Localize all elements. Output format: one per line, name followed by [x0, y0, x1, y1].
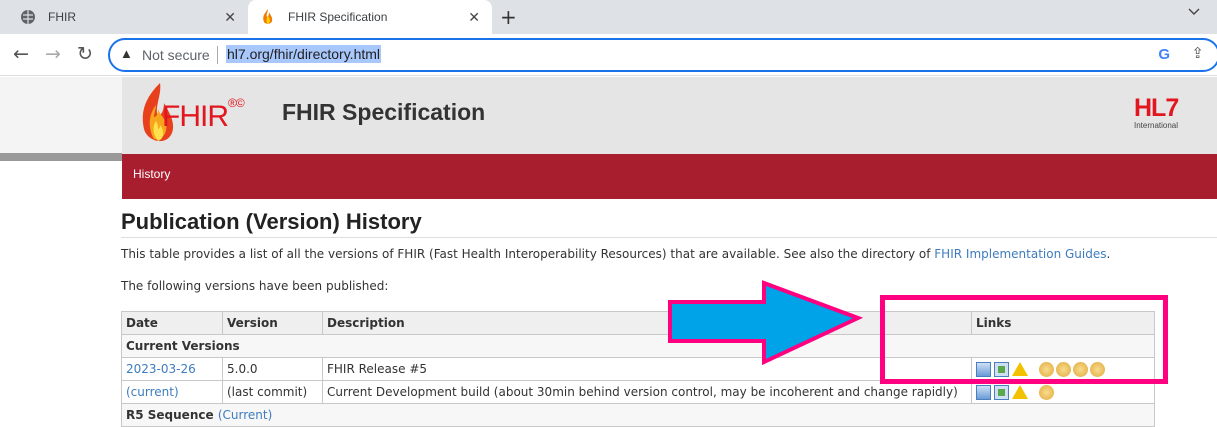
tab-fhir-specification[interactable]: FHIR Specification ✕: [248, 0, 492, 34]
close-tab-icon[interactable]: ✕: [468, 9, 480, 26]
google-icon[interactable]: G: [1158, 46, 1170, 63]
tab-bar: FHIR ✕ FHIR Specification ✕: [0, 0, 1217, 34]
version-cell: 5.0.0: [222, 357, 323, 381]
address-bar[interactable]: ▲ Not secure hl7.org/fhir/directory.html…: [108, 38, 1217, 72]
hl7-logo-text: HL7: [1134, 94, 1179, 122]
section-r5-label: R5 Sequence: [126, 408, 214, 422]
col-version: Version: [222, 311, 323, 335]
intro-suffix: .: [1106, 247, 1111, 261]
fhir-logo-text: FHIR®©: [162, 96, 245, 134]
page-title: Publication (Version) History: [121, 209, 1217, 238]
hl7-logo-subtext: International: [1134, 121, 1179, 130]
section-r5: R5 Sequence (Current): [121, 403, 1155, 427]
col-date: Date: [121, 311, 223, 335]
nav-bar: History: [122, 154, 1217, 199]
left-margin: [0, 77, 122, 153]
version-cell: (last commit): [222, 380, 323, 404]
warning-icon[interactable]: [1012, 385, 1028, 399]
nav-item-history[interactable]: History: [133, 167, 170, 181]
download-icon[interactable]: [994, 384, 1009, 400]
annotation-highlight-box: [880, 295, 1168, 384]
tab-search-button[interactable]: [1188, 4, 1200, 20]
globe-icon: [20, 9, 36, 25]
tab-fhir[interactable]: FHIR ✕: [8, 0, 248, 34]
back-icon[interactable]: ←: [13, 43, 29, 65]
date-link[interactable]: (current): [126, 385, 179, 399]
intro-text: This table provides a list of all the ve…: [121, 247, 1110, 261]
close-tab-icon[interactable]: ✕: [224, 9, 236, 26]
hl7-logo[interactable]: HL7 International: [1134, 94, 1179, 130]
fhir-flame-icon: [260, 9, 276, 25]
share-icon[interactable]: ⇪: [1191, 44, 1204, 62]
section-r5-link[interactable]: (Current): [218, 408, 272, 422]
intro-prefix: This table provides a list of all the ve…: [121, 247, 935, 261]
left-margin-bar: [0, 153, 122, 161]
new-tab-button[interactable]: +: [500, 5, 517, 29]
description-cell: Current Development build (about 30min b…: [322, 380, 972, 404]
view-doc-icon[interactable]: [976, 384, 991, 400]
url-text[interactable]: hl7.org/fhir/directory.html: [226, 45, 382, 63]
reload-icon[interactable]: ↻: [77, 43, 93, 65]
divider: [217, 46, 218, 64]
annotation-arrow: [668, 280, 864, 370]
logo-marks: ®©: [228, 96, 245, 110]
tab-title: FHIR: [48, 10, 76, 24]
section-row: R5 Sequence (Current): [121, 403, 1155, 427]
published-label: The following versions have been publish…: [121, 279, 389, 293]
col-description: Description: [322, 311, 972, 335]
warning-icon[interactable]: ▲: [120, 46, 133, 61]
logo-text: FHIR: [162, 100, 229, 133]
security-label[interactable]: Not secure: [142, 47, 210, 63]
package-icon[interactable]: [1039, 384, 1054, 400]
forward-icon[interactable]: →: [45, 43, 61, 65]
description-cell: FHIR Release #5: [322, 357, 972, 381]
date-link[interactable]: 2023-03-26: [126, 362, 196, 376]
tab-title: FHIR Specification: [288, 10, 388, 24]
site-title: FHIR Specification: [282, 99, 486, 125]
ig-directory-link[interactable]: FHIR Implementation Guides: [934, 247, 1106, 261]
